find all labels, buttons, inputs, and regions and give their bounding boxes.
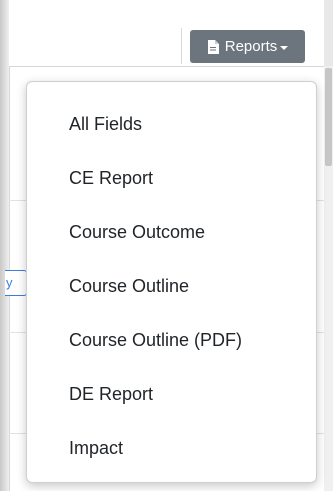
scrollbar-corner <box>324 0 333 66</box>
menu-item-label: Course Outline <box>69 275 190 296</box>
menu-item-course-outline[interactable]: Course Outline <box>27 259 316 313</box>
scrollbar-thumb[interactable] <box>325 68 332 166</box>
app-window: Reports y All Fields CE Report Course Ou… <box>0 0 333 491</box>
menu-item-label: All Fields <box>69 113 143 134</box>
background-action-label: y <box>6 275 13 290</box>
menu-item-label: DE Report <box>69 383 154 404</box>
menu-item-label: Impact <box>69 437 124 458</box>
window-edge-shadow <box>0 0 9 491</box>
menu-item-label: Course Outline (PDF) <box>69 329 243 350</box>
background-action-button[interactable]: y <box>5 270 27 296</box>
document-icon <box>207 39 219 54</box>
reports-dropdown-menu: All Fields CE Report Course Outcome Cour… <box>26 81 317 483</box>
toolbar-divider <box>181 28 182 64</box>
menu-item-ce-report[interactable]: CE Report <box>27 151 316 205</box>
reports-dropdown-button[interactable]: Reports <box>190 30 305 63</box>
menu-item-impact[interactable]: Impact <box>27 421 316 475</box>
menu-item-all-fields[interactable]: All Fields <box>27 97 316 151</box>
menu-item-course-outline-pdf[interactable]: Course Outline (PDF) <box>27 313 316 367</box>
menu-item-de-report[interactable]: DE Report <box>27 367 316 421</box>
menu-item-label: CE Report <box>69 167 154 188</box>
menu-item-label: Course Outcome <box>69 221 206 242</box>
menu-item-course-outcome[interactable]: Course Outcome <box>27 205 316 259</box>
reports-button-label: Reports <box>224 38 278 55</box>
chevron-down-icon <box>280 45 289 50</box>
